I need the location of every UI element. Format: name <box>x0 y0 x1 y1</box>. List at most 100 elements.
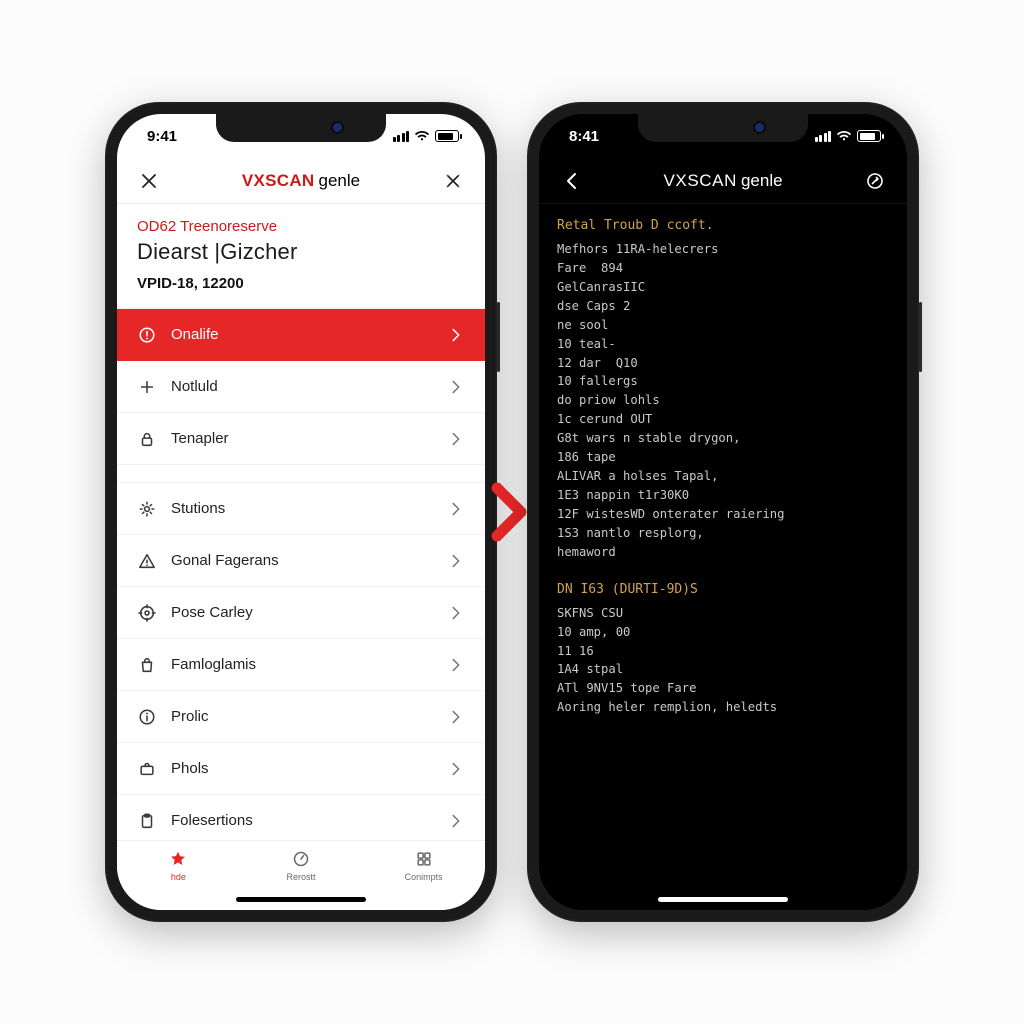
nav-bar: VXSCAN genle <box>117 158 485 204</box>
phone-mockup-left: 9:41 VXSCAN genle OD62 Treenoreserve Die… <box>105 102 497 922</box>
page-subtitle: VPID-18, 12200 <box>137 275 465 292</box>
terminal-line: ne sool <box>557 316 889 335</box>
chevron-right-icon <box>447 552 465 570</box>
chevron-right-icon <box>447 430 465 448</box>
list-item-label: Folesertions <box>171 812 253 829</box>
page-title: Diearst |Gizcher <box>137 239 465 265</box>
bag-icon <box>137 656 157 674</box>
terminal-line: 10 fallergs <box>557 372 889 391</box>
header-eyebrow: OD62 Treenoreserve <box>137 218 465 235</box>
nav-brand: VXSCAN <box>242 171 315 191</box>
chevron-right-icon <box>447 378 465 396</box>
screen-right: 8:41 VXSCAN genle Retal Troub D ccoft. M… <box>539 114 907 910</box>
terminal-line: dse Caps 2 <box>557 297 889 316</box>
share-button[interactable] <box>861 167 889 195</box>
list-item-label: Notluld <box>171 378 218 395</box>
list-item-label: Famloglamis <box>171 656 256 673</box>
terminal-line: Aoring heler remplion, heledts <box>557 698 889 717</box>
wifi-icon <box>414 130 430 142</box>
terminal-line: 11 16 <box>557 642 889 661</box>
chevron-right-icon <box>447 326 465 344</box>
list-item[interactable]: Gonal Fagerans <box>117 535 485 587</box>
list-item[interactable]: Stutions <box>117 483 485 535</box>
notch <box>638 114 808 142</box>
list-item[interactable]: Onalife <box>117 309 485 361</box>
home-indicator[interactable] <box>658 897 788 902</box>
wifi-icon <box>836 130 852 142</box>
battery-icon <box>857 130 881 142</box>
terminal-output[interactable]: Retal Troub D ccoft. Mefhors 11RA-helecr… <box>539 204 907 910</box>
terminal-line: 12F wistesWD onterater raiering <box>557 505 889 524</box>
menu-list: Onalife Notluld Tenapler Stutions Gonal Fag… <box>117 309 485 840</box>
dismiss-button[interactable] <box>439 167 467 195</box>
status-icons <box>815 130 882 142</box>
terminal-section-1-title: Retal Troub D ccoft. <box>557 216 889 236</box>
plus-icon <box>137 378 157 396</box>
chevron-right-icon <box>447 760 465 778</box>
home-indicator[interactable] <box>236 897 366 902</box>
terminal-line: Fare 894 <box>557 259 889 278</box>
status-icons <box>393 130 460 142</box>
list-item-label: Tenapler <box>171 430 229 447</box>
nav-title: VXSCAN genle <box>242 171 360 191</box>
status-time: 8:41 <box>569 128 599 145</box>
terminal-line: ALIVAR a holses Tapal, <box>557 467 889 486</box>
list-item[interactable]: Pose Carley <box>117 587 485 639</box>
terminal-line: G8t wars n stable drygon, <box>557 429 889 448</box>
tab-rerostt[interactable]: Rerostt <box>266 849 336 882</box>
list-item-label: Stutions <box>171 500 225 517</box>
phone-mockup-right: 8:41 VXSCAN genle Retal Troub D ccoft. M… <box>527 102 919 922</box>
lock-icon <box>137 430 157 448</box>
info-icon <box>137 708 157 726</box>
gauge-icon <box>292 849 310 869</box>
status-time: 9:41 <box>147 128 177 145</box>
terminal-line: GelCanrasIIC <box>557 278 889 297</box>
terminal-line: 1S3 nantlo resplorg, <box>557 524 889 543</box>
terminal-line: 10 amp, 00 <box>557 623 889 642</box>
list-item[interactable]: Phols <box>117 743 485 795</box>
chevron-right-icon <box>447 604 465 622</box>
tab-hde[interactable]: hde <box>143 849 213 882</box>
terminal-section-2-title: DN I63 (DURTI-9D)S <box>557 580 889 600</box>
terminal-line: 1A4 stpal <box>557 660 889 679</box>
clipboard-icon <box>137 812 157 830</box>
terminal-line: SKFNS CSU <box>557 604 889 623</box>
close-button[interactable] <box>135 167 163 195</box>
terminal-line: ATl 9NV15 tope Fare <box>557 679 889 698</box>
tab-label: Conimpts <box>405 872 443 882</box>
terminal-line: 1c cerund OUT <box>557 410 889 429</box>
terminal-line: Mefhors 11RA-helecrers <box>557 240 889 259</box>
list-item[interactable]: Tenapler <box>117 413 485 465</box>
alert-circle-icon <box>137 326 157 344</box>
briefcase-icon <box>137 760 157 778</box>
battery-icon <box>435 130 459 142</box>
nav-suffix: genle <box>741 171 783 191</box>
list-item-label: Onalife <box>171 326 219 343</box>
list-item-label: Gonal Fagerans <box>171 552 279 569</box>
nav-brand: VXSCAN <box>663 171 737 191</box>
tab-conimpts[interactable]: Conimpts <box>389 849 459 882</box>
section-divider <box>117 465 485 483</box>
nav-title: VXSCAN genle <box>663 171 782 191</box>
terminal-line: 186 tape <box>557 448 889 467</box>
list-item[interactable]: Notluld <box>117 361 485 413</box>
terminal-line: hemaword <box>557 543 889 562</box>
back-button[interactable] <box>557 167 585 195</box>
terminal-line: 10 teal- <box>557 335 889 354</box>
terminal-line: 12 dar Q10 <box>557 354 889 373</box>
list-item-label: Phols <box>171 760 209 777</box>
page-header: OD62 Treenoreserve Diearst |Gizcher VPID… <box>117 204 485 309</box>
chevron-right-icon <box>447 812 465 830</box>
cellular-signal-icon <box>815 131 832 142</box>
nav-suffix: genle <box>319 171 361 191</box>
list-item[interactable]: Prolic <box>117 691 485 743</box>
terminal-line: 1E3 nappin t1r30K0 <box>557 486 889 505</box>
terminal-line: do priow lohls <box>557 391 889 410</box>
nav-bar: VXSCAN genle <box>539 158 907 204</box>
tab-label: hde <box>171 872 186 882</box>
chevron-right-icon <box>447 708 465 726</box>
target-icon <box>137 604 157 622</box>
list-item[interactable]: Folesertions <box>117 795 485 840</box>
warning-icon <box>137 552 157 570</box>
list-item[interactable]: Famloglamis <box>117 639 485 691</box>
